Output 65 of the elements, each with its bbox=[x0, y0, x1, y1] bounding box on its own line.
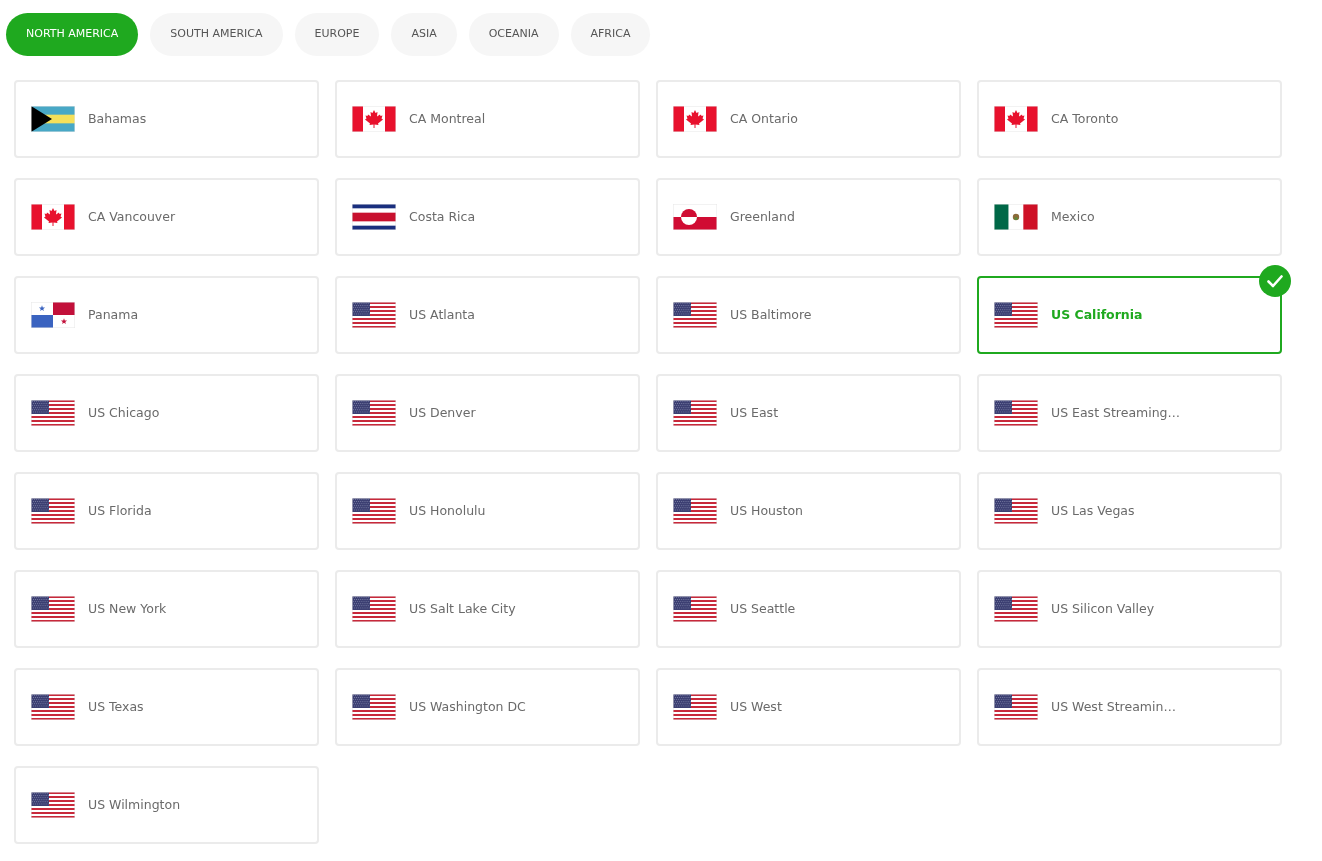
triangle-flag-icon bbox=[31, 106, 75, 132]
location-card[interactable]: Mexico bbox=[977, 178, 1282, 256]
location-card[interactable]: US Silicon Valley bbox=[977, 570, 1282, 648]
quartered-flag-icon bbox=[31, 302, 75, 328]
location-card[interactable]: US Wilmington bbox=[14, 766, 319, 844]
striped-flag-icon bbox=[673, 596, 717, 622]
striped-flag-icon bbox=[994, 302, 1038, 328]
region-tab[interactable]: OCEANIA bbox=[468, 13, 559, 56]
location-card[interactable]: US West bbox=[656, 668, 961, 746]
striped-flag-icon bbox=[31, 498, 75, 524]
location-card[interactable]: CA Ontario bbox=[656, 80, 961, 158]
striped-flag-icon bbox=[673, 302, 717, 328]
striped-flag-icon bbox=[994, 498, 1038, 524]
region-tab[interactable]: ASIA bbox=[391, 13, 457, 56]
maple-leaf-flag-icon bbox=[673, 106, 717, 132]
maple-leaf-flag-icon bbox=[31, 204, 75, 230]
location-card[interactable]: US Texas bbox=[14, 668, 319, 746]
striped-flag-icon bbox=[31, 694, 75, 720]
location-card[interactable]: US Washington DC bbox=[335, 668, 640, 746]
location-card[interactable]: Panama bbox=[14, 276, 319, 354]
location-card[interactable]: US Baltimore bbox=[656, 276, 961, 354]
striped-flag-icon bbox=[31, 400, 75, 426]
region-tab[interactable]: NORTH AMERICA bbox=[6, 13, 139, 56]
striped-flag-icon bbox=[673, 400, 717, 426]
striped-flag-icon bbox=[673, 498, 717, 524]
location-card[interactable]: CA Vancouver bbox=[14, 178, 319, 256]
location-card[interactable]: US Houston bbox=[656, 472, 961, 550]
location-card[interactable]: US Honolulu bbox=[335, 472, 640, 550]
tricolour-flag-icon bbox=[994, 204, 1038, 230]
circle-flag-icon bbox=[673, 204, 717, 230]
location-card[interactable]: Costa Rica bbox=[335, 178, 640, 256]
location-card[interactable]: US Atlanta bbox=[335, 276, 640, 354]
location-card[interactable]: US New York bbox=[14, 570, 319, 648]
striped-flag-icon bbox=[994, 694, 1038, 720]
region-tab[interactable]: EUROPE bbox=[294, 13, 380, 56]
striped-flag-icon bbox=[352, 498, 396, 524]
location-card[interactable]: Greenland bbox=[656, 178, 961, 256]
location-card[interactable]: US California bbox=[977, 276, 1282, 354]
striped-flag-icon bbox=[673, 694, 717, 720]
region-tab[interactable]: SOUTH AMERICA bbox=[150, 13, 283, 56]
striped-flag-icon bbox=[352, 302, 396, 328]
striped-flag-icon bbox=[352, 400, 396, 426]
location-card[interactable]: CA Toronto bbox=[977, 80, 1282, 158]
location-card[interactable]: US East bbox=[656, 374, 961, 452]
striped-flag-icon bbox=[352, 204, 396, 230]
location-card[interactable]: US Seattle bbox=[656, 570, 961, 648]
maple-leaf-flag-icon bbox=[994, 106, 1038, 132]
location-card[interactable]: US West Streamin… bbox=[977, 668, 1282, 746]
location-card[interactable]: Bahamas bbox=[14, 80, 319, 158]
check-icon bbox=[1259, 265, 1291, 297]
striped-flag-icon bbox=[352, 596, 396, 622]
location-card[interactable]: US Chicago bbox=[14, 374, 319, 452]
region-tab[interactable]: AFRICA bbox=[570, 13, 651, 56]
location-card[interactable]: US Las Vegas bbox=[977, 472, 1282, 550]
striped-flag-icon bbox=[352, 694, 396, 720]
maple-leaf-flag-icon bbox=[352, 106, 396, 132]
striped-flag-icon bbox=[994, 400, 1038, 426]
location-card[interactable]: US Denver bbox=[335, 374, 640, 452]
striped-flag-icon bbox=[31, 596, 75, 622]
location-card[interactable]: US Salt Lake City bbox=[335, 570, 640, 648]
location-card[interactable]: CA Montreal bbox=[335, 80, 640, 158]
location-card[interactable]: US Florida bbox=[14, 472, 319, 550]
striped-flag-icon bbox=[31, 792, 75, 818]
striped-flag-icon bbox=[994, 596, 1038, 622]
location-card[interactable]: US East Streaming… bbox=[977, 374, 1282, 452]
